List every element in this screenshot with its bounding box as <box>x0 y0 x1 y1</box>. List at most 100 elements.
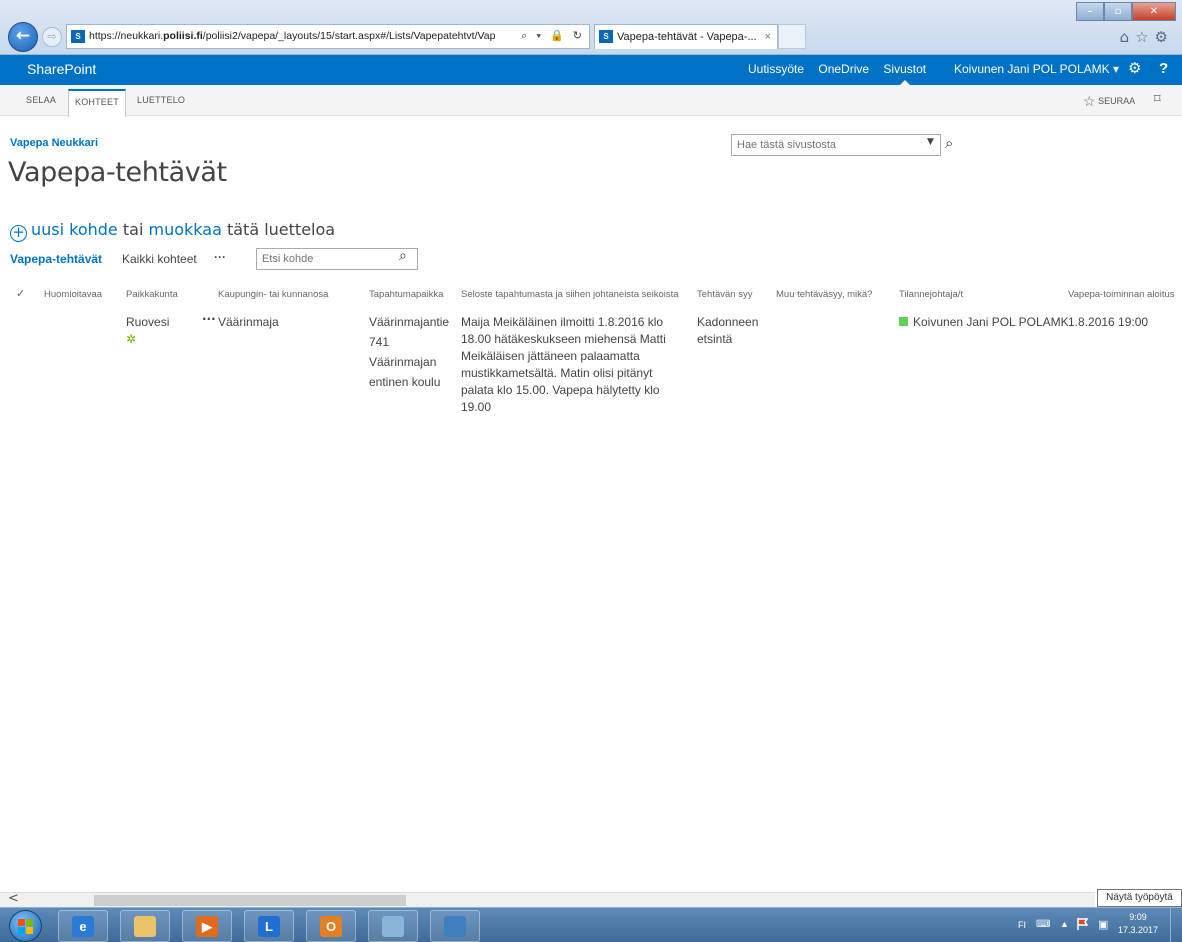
new-tab-button[interactable] <box>778 24 806 49</box>
taskbar-app-media-player[interactable]: ▶ <box>182 910 232 942</box>
view-selector: Vapepa-tehtävät Kaikki kohteet ··· <box>10 250 226 266</box>
column-header-muu-syy[interactable]: Muu tehtäväsyy, mikä? <box>776 289 872 300</box>
add-circle-icon[interactable]: + <box>10 225 27 242</box>
list-search-input[interactable] <box>256 248 418 270</box>
new-item-icon: ✲ <box>126 332 137 346</box>
row-menu-button[interactable]: ··· <box>202 312 216 326</box>
settings-gear-icon[interactable]: ⚙ <box>1155 28 1174 46</box>
suite-bar: SharePoint Uutissyöte OneDrive Sivustot … <box>0 55 1182 85</box>
browser-tools: ⌂☆⚙ <box>1120 28 1174 46</box>
sharepoint-favicon-icon: S <box>599 30 613 43</box>
column-header-seloste[interactable]: Seloste tapahtumasta ja siihen johtaneis… <box>461 289 679 300</box>
show-desktop-button[interactable] <box>1170 908 1182 942</box>
cell-paikkakunta[interactable]: Ruovesi <box>126 314 169 331</box>
search-icon[interactable]: ⌕ <box>945 134 953 152</box>
action-center-flag-icon[interactable] <box>1076 917 1090 931</box>
media-player-icon: ▶ <box>196 916 218 937</box>
sharepoint-brand[interactable]: SharePoint <box>27 55 96 83</box>
network-icon[interactable]: ▣ <box>1098 918 1108 931</box>
ribbon: SELAA KOHTEET LUETTELO ☆ SEURAA ⌑ <box>0 85 1182 117</box>
outlook-icon: O <box>320 916 342 937</box>
clock-date: 17.3.2017 <box>1118 925 1159 935</box>
browser-chrome: ← ⇨ S https://neukkari.poliisi.fi/poliis… <box>0 0 1182 55</box>
column-header-huomioitavaa[interactable]: Huomioitavaa <box>44 289 102 300</box>
keyboard-icon[interactable]: ⌨ <box>1036 919 1050 930</box>
column-header-paikkakunta[interactable]: Paikkakunta <box>126 289 178 300</box>
site-search: ▼ ⌕ <box>731 134 971 156</box>
follow-label: SEURAA <box>1098 96 1136 106</box>
view-all-items[interactable]: Kaikki kohteet <box>122 252 197 266</box>
lync-icon: L <box>258 916 280 937</box>
start-button[interactable] <box>9 910 42 942</box>
horizontal-scrollbar[interactable]: < <box>0 891 1095 907</box>
url-domain: poliisi.fi <box>163 30 203 42</box>
photo-viewer-icon <box>444 916 466 937</box>
internet-explorer-icon: e <box>72 916 94 937</box>
column-header-tapahtumapaikka[interactable]: Tapahtumapaikka <box>369 289 443 300</box>
taskbar: e ▶ L O FI ⌨ ▲ ▣ 9:09 17.3.2017 <box>0 907 1182 942</box>
user-area: Koivunen Jani POL POLAMK ▾ ⚙ ? <box>950 55 1182 85</box>
paint-icon <box>382 916 404 937</box>
edit-list-link[interactable]: muokkaa <box>149 220 222 239</box>
edit-list-rest: tätä luetteloa <box>226 220 336 239</box>
new-item-or: tai <box>122 220 144 239</box>
taskbar-app-photo-viewer[interactable] <box>430 910 480 942</box>
clock-time: 9:09 <box>1129 912 1147 922</box>
column-header-kunnanosa[interactable]: Kaupungin- tai kunnanosa <box>218 289 328 300</box>
scroll-left-icon[interactable]: < <box>8 891 19 906</box>
suite-link-sites[interactable]: Sivustot <box>883 62 926 76</box>
view-current[interactable]: Vapepa-tehtävät <box>10 252 102 266</box>
cell-tilannejohtaja[interactable]: Koivunen Jani POL POLAMK <box>899 314 1069 331</box>
focus-on-content-icon[interactable]: ⌑ <box>1154 92 1161 107</box>
taskbar-app-file-explorer[interactable] <box>120 910 170 942</box>
maximize-button[interactable]: ▫ <box>1104 2 1132 21</box>
presence-status-icon <box>899 317 908 326</box>
follow-button[interactable]: ☆ SEURAA <box>1083 93 1135 110</box>
search-icon[interactable]: ⌕ <box>399 248 407 264</box>
taskbar-app-internet-explorer[interactable]: e <box>58 910 108 942</box>
list-search: ⌕ <box>256 248 418 270</box>
home-icon[interactable]: ⌂ <box>1120 28 1136 46</box>
taskbar-app-lync[interactable]: L <box>244 910 294 942</box>
close-window-button[interactable]: ✕ <box>1132 2 1176 21</box>
taskbar-app-paint[interactable] <box>368 910 418 942</box>
site-search-input[interactable] <box>731 134 941 156</box>
window-controls: – ▫ ✕ <box>1076 2 1176 22</box>
sharepoint-favicon-icon: S <box>71 30 85 43</box>
tab-title: Vapepa-tehtävät - Vapepa-... <box>617 31 757 43</box>
ribbon-tab-list[interactable]: LUETTELO <box>137 95 185 105</box>
site-title[interactable]: Vapepa Neukkari <box>10 137 98 149</box>
suite-link-newsfeed[interactable]: Uutissyöte <box>748 62 804 76</box>
cell-kunnanosa: Väärinmaja <box>218 315 279 329</box>
taskbar-app-outlook[interactable]: O <box>306 910 356 942</box>
url-prefix: https://neukkari. <box>89 30 164 42</box>
scrollbar-thumb[interactable] <box>94 895 406 906</box>
suite-link-onedrive[interactable]: OneDrive <box>818 62 869 76</box>
user-name-menu[interactable]: Koivunen Jani POL POLAMK ▾ <box>954 55 1119 83</box>
clock[interactable]: 9:09 17.3.2017 <box>1118 911 1158 937</box>
select-all-checkbox[interactable]: ✓ <box>16 287 25 300</box>
back-button[interactable]: ← <box>8 22 38 52</box>
more-views-button[interactable]: ··· <box>214 250 226 264</box>
search-scope-dropdown-icon[interactable]: ▼ <box>927 137 934 147</box>
show-hidden-icons-icon[interactable]: ▲ <box>1060 919 1069 929</box>
close-tab-icon[interactable]: × <box>765 25 771 49</box>
favorites-star-icon[interactable]: ☆ <box>1135 28 1154 46</box>
new-item-link[interactable]: uusi kohde <box>31 220 118 239</box>
minimize-button[interactable]: – <box>1076 2 1104 21</box>
address-controls[interactable]: ⌕ ▾ 🔒 ↻ <box>521 25 585 48</box>
settings-gear-icon[interactable]: ⚙ <box>1128 55 1141 83</box>
tilannejohtaja-name: Koivunen Jani POL POLAMK <box>913 315 1069 329</box>
column-header-aloitus[interactable]: Vapepa-toiminnan aloitus <box>1068 289 1175 300</box>
cell-tapahtumapaikka: Väärinmajantie 741 Väärinmajan entinen k… <box>369 315 450 389</box>
url-path: /poliisi2/vapepa/_layouts/15/start.aspx#… <box>202 30 496 42</box>
language-indicator[interactable]: FI <box>1018 920 1026 930</box>
address-bar[interactable]: S https://neukkari.poliisi.fi/poliisi2/v… <box>66 24 590 49</box>
browser-tab[interactable]: S Vapepa-tehtävät - Vapepa-... × <box>594 24 778 49</box>
ribbon-tab-browse[interactable]: SELAA <box>26 95 56 105</box>
help-icon[interactable]: ? <box>1159 55 1168 83</box>
column-header-syy[interactable]: Tehtävän syy <box>697 289 752 300</box>
ribbon-tab-items[interactable]: KOHTEET <box>68 89 126 117</box>
forward-button[interactable]: ⇨ <box>42 27 62 47</box>
column-header-tilannejohtaja[interactable]: Tilannejohtaja/t <box>899 289 963 300</box>
